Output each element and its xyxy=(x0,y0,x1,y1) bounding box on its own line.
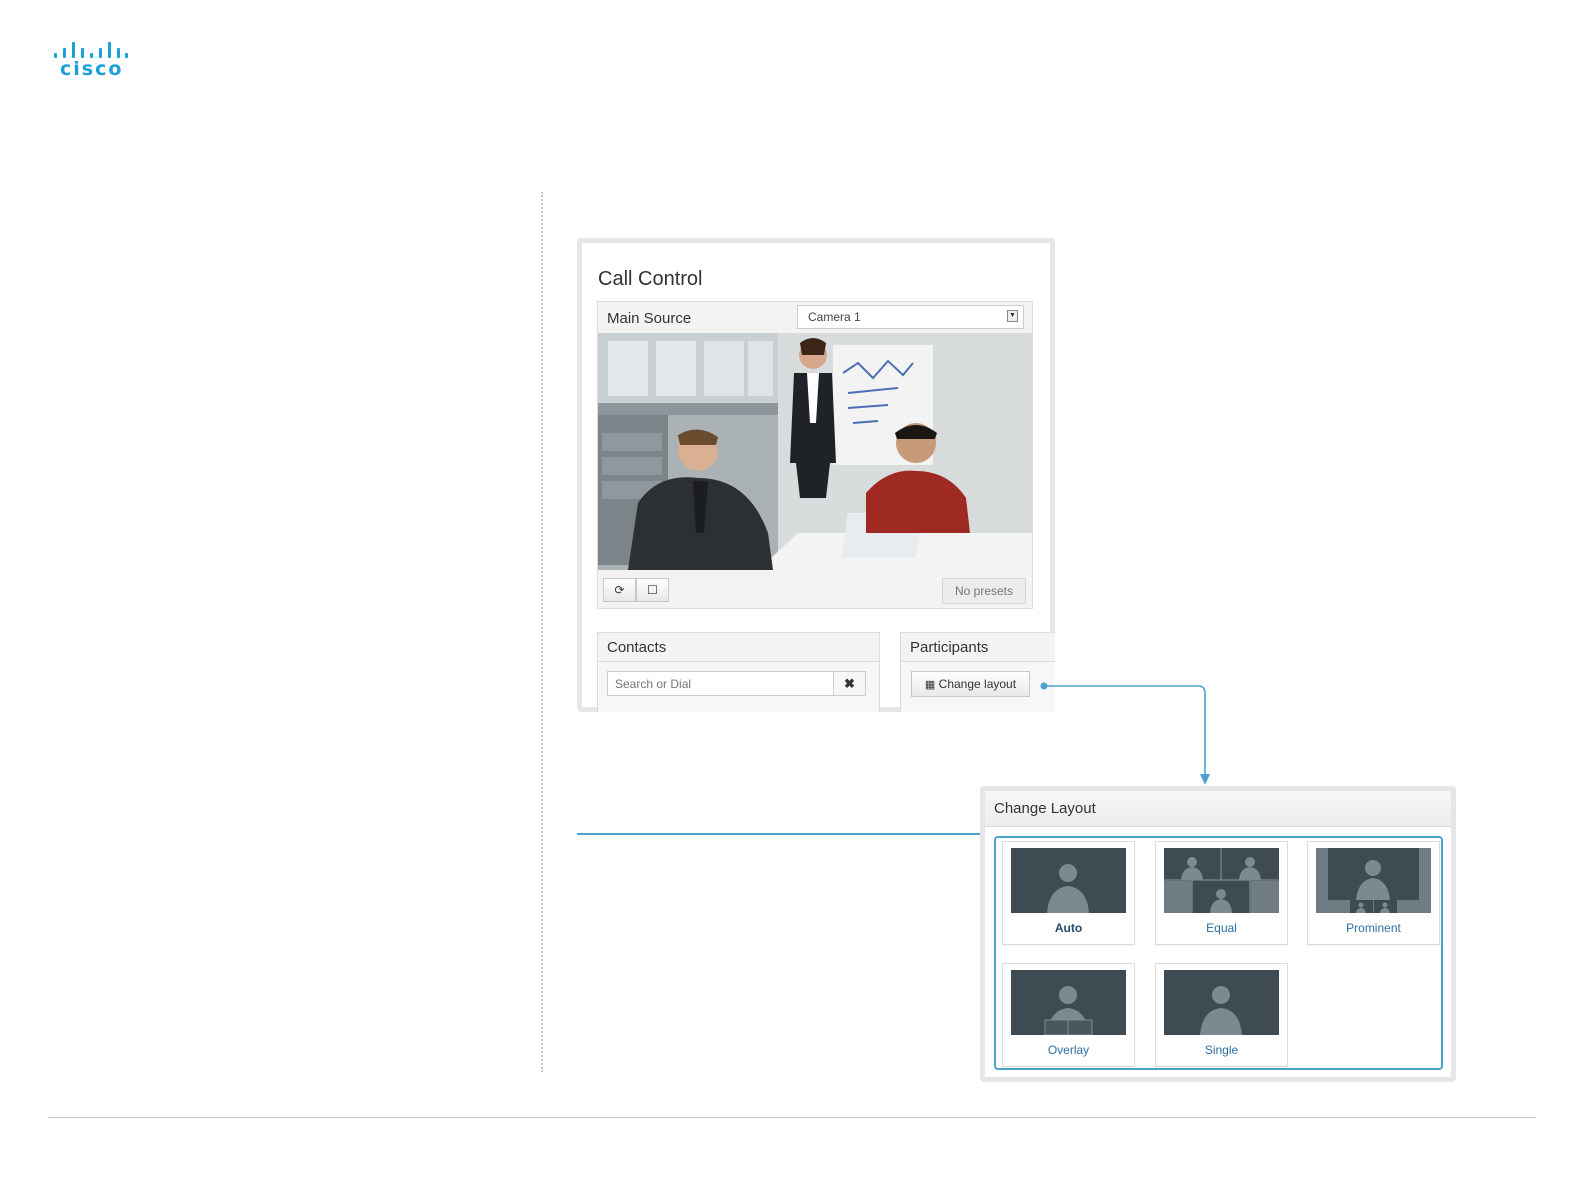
layout-option-overlay[interactable]: Overlay xyxy=(1002,963,1135,1067)
main-source-box: Main Source Camera 1 ▼ ⟳ ☐ No presets xyxy=(597,301,1033,609)
call-control-title: Call Control xyxy=(598,268,703,290)
layout-option-equal[interactable]: Equal xyxy=(1155,841,1288,945)
connector-arrow xyxy=(1040,682,1210,785)
refresh-icon: ⟳ xyxy=(614,583,625,597)
participants-title: Participants xyxy=(901,633,1055,662)
auto-layout-thumbnail xyxy=(1011,848,1126,913)
contacts-title: Contacts xyxy=(598,633,879,662)
layout-label-auto: Auto xyxy=(1054,921,1083,935)
layout-label-prominent: Prominent xyxy=(1346,921,1401,935)
overlay-layout-thumbnail xyxy=(1011,970,1126,1035)
stop-button[interactable]: ☐ xyxy=(636,578,669,602)
search-input[interactable] xyxy=(607,671,834,696)
layout-option-prominent[interactable]: Prominent xyxy=(1307,841,1440,945)
presets-button[interactable]: No presets xyxy=(941,578,1026,604)
main-source-selected: Camera 1 xyxy=(808,310,861,324)
change-layout-button[interactable]: ▦ Change layout xyxy=(911,671,1030,697)
equal-layout-thumbnail xyxy=(1164,848,1279,913)
clear-search-button[interactable]: ✖ xyxy=(834,671,866,696)
camera-preview xyxy=(598,333,1032,570)
office-scene-image xyxy=(598,333,1032,570)
single-layout-thumbnail xyxy=(1164,970,1279,1035)
layout-label-single: Single xyxy=(1204,1043,1239,1057)
dotted-divider xyxy=(541,192,543,1072)
layout-option-auto[interactable]: Auto xyxy=(1002,841,1135,945)
call-control-panel: Call Control Main Source Camera 1 ▼ ⟳ ☐ … xyxy=(577,238,1055,712)
prominent-layout-thumbnail xyxy=(1316,848,1431,913)
leader-line xyxy=(577,833,998,835)
contacts-section: Contacts ✖ xyxy=(597,632,880,712)
chevron-down-icon: ▼ xyxy=(1007,310,1018,322)
cisco-logo-bars xyxy=(54,42,128,58)
main-source-label: Main Source xyxy=(607,310,692,327)
change-layout-title: Change Layout xyxy=(985,791,1451,827)
cisco-logo: cisco xyxy=(52,42,132,82)
footer-rule xyxy=(48,1117,1536,1118)
change-layout-label: Change layout xyxy=(938,677,1017,691)
square-icon: ☐ xyxy=(647,583,658,597)
grid-icon: ▦ xyxy=(924,679,936,691)
layout-option-single[interactable]: Single xyxy=(1155,963,1288,1067)
cisco-logo-text: cisco xyxy=(60,58,124,80)
layout-label-overlay: Overlay xyxy=(1047,1043,1090,1057)
layout-label-equal: Equal xyxy=(1206,921,1237,935)
main-source-select[interactable]: Camera 1 ▼ xyxy=(797,305,1024,329)
participants-section: Participants ▦ Change layout xyxy=(900,632,1055,712)
refresh-button[interactable]: ⟳ xyxy=(603,578,636,602)
change-layout-panel: Change Layout Auto Equal Prominent Overl… xyxy=(980,786,1456,1082)
close-icon: ✖ xyxy=(844,676,855,691)
